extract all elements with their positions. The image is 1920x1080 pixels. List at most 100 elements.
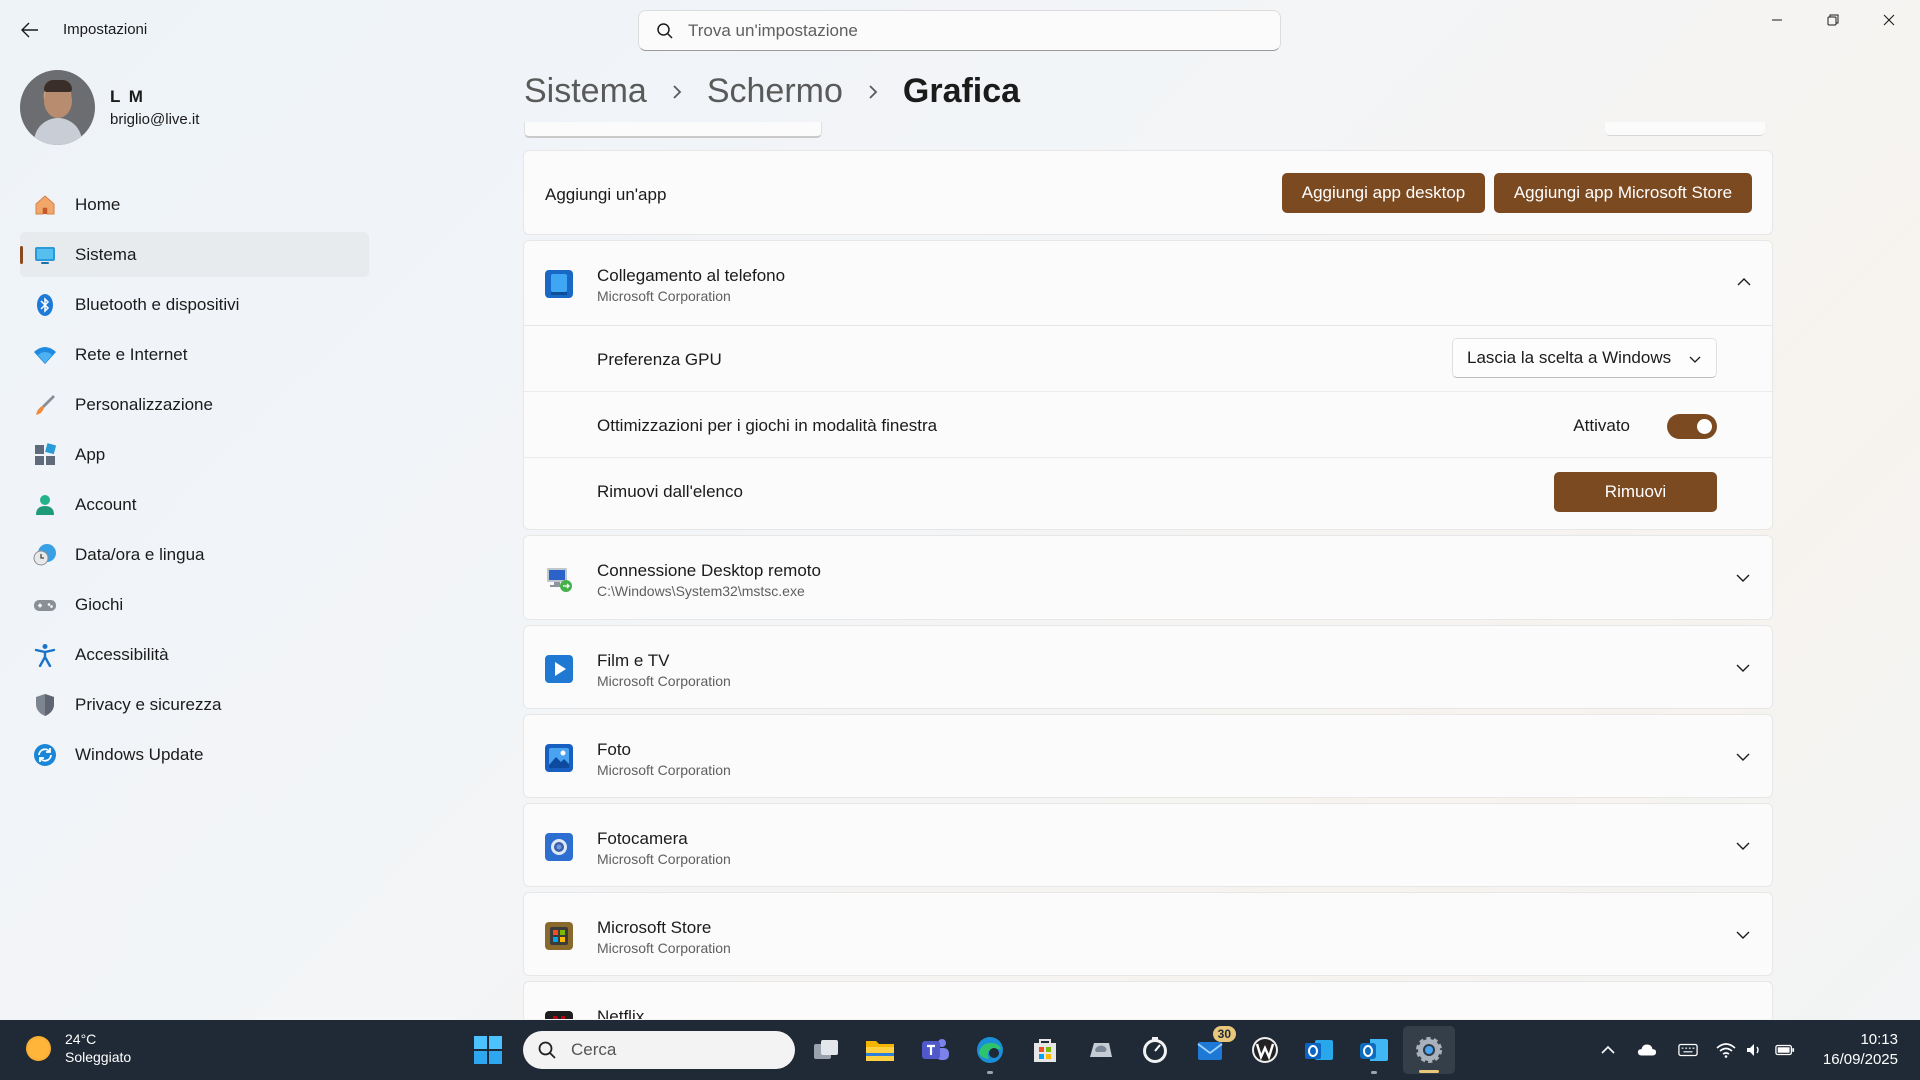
sidebar-item-rete[interactable]: Rete e Internet <box>20 332 369 377</box>
windows-logo-icon <box>474 1036 502 1064</box>
brush-icon <box>32 392 58 418</box>
app-card-foto[interactable]: Foto Microsoft Corporation <box>523 714 1773 798</box>
user-profile[interactable]: L M briglio@live.it <box>20 70 199 145</box>
sidebar-item-label: Windows Update <box>75 744 204 764</box>
sidebar-item-label: Privacy e sicurezza <box>75 694 222 714</box>
sidebar-item-app[interactable]: App <box>20 432 369 477</box>
add-app-card: Aggiungi un'app Aggiungi app desktop Agg… <box>523 150 1773 235</box>
wifi-icon[interactable] <box>1716 1040 1736 1060</box>
clock-time: 10:13 <box>1860 1031 1898 1048</box>
chevron-down-icon <box>1734 837 1752 855</box>
search-icon <box>537 1040 557 1060</box>
sidebar-item-label: App <box>75 444 106 464</box>
cloud-app-icon <box>1090 1043 1112 1057</box>
back-button[interactable] <box>14 16 46 44</box>
keyboard-icon[interactable] <box>1678 1040 1698 1060</box>
taskbar-task-view[interactable] <box>808 1032 844 1068</box>
app-card-fotocamera[interactable]: Fotocamera Microsoft Corporation <box>523 803 1773 887</box>
add-desktop-app-button[interactable]: Aggiungi app desktop <box>1282 173 1485 213</box>
app-card-remote-desktop[interactable]: Connessione Desktop remoto C:\Windows\Sy… <box>523 535 1773 620</box>
update-icon <box>32 742 58 768</box>
sidebar-item-personalizzazione[interactable]: Personalizzazione <box>20 382 369 427</box>
remove-button[interactable]: Rimuovi <box>1554 472 1717 512</box>
app-name: Film e TV <box>597 651 670 670</box>
close-icon <box>1883 14 1895 26</box>
taskbar-clock-app[interactable] <box>1137 1032 1173 1068</box>
taskbar: 24°C Soleggiato Cerca 30 10:13 16/09/202… <box>0 1020 1920 1080</box>
taskbar-teams[interactable] <box>917 1032 953 1068</box>
speaker-icon[interactable] <box>1744 1040 1764 1060</box>
breadcrumb-sistema[interactable]: Sistema <box>524 72 647 111</box>
chevron-down-icon <box>1688 352 1702 372</box>
chevron-up-icon[interactable] <box>1598 1040 1618 1060</box>
sidebar-item-label: Data/ora e lingua <box>75 544 205 564</box>
app-name: Foto <box>597 740 632 759</box>
title-bar: Impostazioni <box>0 0 1920 60</box>
start-button[interactable] <box>470 1032 506 1068</box>
minimize-button[interactable] <box>1749 0 1805 40</box>
sidebar-item-account[interactable]: Account <box>20 482 369 527</box>
gear-icon <box>1416 1037 1442 1063</box>
taskbar-clock[interactable]: 10:13 16/09/2025 <box>1823 1030 1898 1070</box>
sidebar-item-giochi[interactable]: Giochi <box>20 582 369 627</box>
windowed-optimizations-label: Ottimizzazioni per i giochi in modalità … <box>597 416 938 435</box>
app-publisher: Microsoft Corporation <box>597 673 731 689</box>
sidebar-item-sistema[interactable]: Sistema <box>20 232 369 277</box>
store-icon <box>1034 1039 1056 1062</box>
store-icon <box>545 922 573 950</box>
sidebar-item-label: Rete e Internet <box>75 344 188 364</box>
app-list: Aggiungi un'app Aggiungi app desktop Agg… <box>523 150 1773 1019</box>
gpu-preference-label: Preferenza GPU <box>597 350 722 369</box>
photos-icon <box>545 744 573 772</box>
sidebar-item-data-ora[interactable]: Data/ora e lingua <box>20 532 369 577</box>
taskbar-search[interactable]: Cerca <box>523 1031 795 1069</box>
expanded-app-header[interactable]: Collegamento al telefono Microsoft Corpo… <box>524 241 1772 326</box>
taskbar-w-app[interactable] <box>1247 1032 1283 1068</box>
restore-button[interactable] <box>1805 0 1861 40</box>
app-publisher: Microsoft Corporation <box>597 940 731 956</box>
toggle-state-label: Attivato <box>1573 416 1630 435</box>
windowed-optimizations-row: Ottimizzazioni per i giochi in modalità … <box>524 392 1772 458</box>
sidebar-item-privacy[interactable]: Privacy e sicurezza <box>20 682 369 727</box>
back-arrow-icon <box>21 22 38 38</box>
battery-icon[interactable] <box>1775 1040 1795 1060</box>
taskbar-cloud-app[interactable] <box>1082 1032 1118 1068</box>
app-path: C:\Windows\System32\mstsc.exe <box>597 583 805 599</box>
taskbar-file-explorer[interactable] <box>862 1032 898 1068</box>
taskbar-outlook-new[interactable] <box>1356 1032 1392 1074</box>
app-name: Connessione Desktop remoto <box>597 561 821 580</box>
chevron-right-icon <box>867 84 879 100</box>
sidebar-item-accessibilita[interactable]: Accessibilità <box>20 632 369 677</box>
sidebar-item-bluetooth[interactable]: Bluetooth e dispositivi <box>20 282 369 327</box>
taskbar-edge[interactable] <box>972 1032 1008 1074</box>
app-card-microsoft-store[interactable]: Microsoft Store Microsoft Corporation <box>523 892 1773 976</box>
windowed-optimizations-toggle[interactable] <box>1667 414 1717 439</box>
taskbar-store[interactable] <box>1027 1032 1063 1068</box>
sidebar-item-label: Sistema <box>75 244 137 264</box>
outlook-icon <box>1305 1040 1333 1060</box>
gpu-preference-dropdown[interactable]: Lascia la scelta a Windows <box>1452 338 1717 378</box>
breadcrumb-schermo[interactable]: Schermo <box>707 72 843 111</box>
sidebar-item-home[interactable]: Home <box>20 182 369 227</box>
taskbar-settings[interactable] <box>1403 1026 1455 1074</box>
chevron-down-icon <box>1734 569 1752 587</box>
onedrive-icon[interactable] <box>1637 1040 1657 1060</box>
teams-icon <box>922 1039 949 1060</box>
weather-temp: 24°C <box>65 1031 97 1047</box>
chevron-down-icon <box>1734 659 1752 677</box>
sidebar-item-windows-update[interactable]: Windows Update <box>20 732 369 777</box>
app-title: Impostazioni <box>63 21 148 38</box>
add-store-app-button[interactable]: Aggiungi app Microsoft Store <box>1494 173 1752 213</box>
taskbar-mail[interactable]: 30 <box>1192 1026 1236 1068</box>
weather-widget[interactable]: 24°C Soleggiato <box>26 1030 131 1066</box>
chevron-up-icon[interactable] <box>1736 274 1752 290</box>
app-card-netflix[interactable]: Netflix <box>523 981 1773 1019</box>
settings-search[interactable] <box>638 10 1281 51</box>
page-title: Grafica <box>902 72 1021 110</box>
taskbar-outlook[interactable] <box>1301 1032 1337 1068</box>
close-button[interactable] <box>1861 0 1917 40</box>
search-input[interactable] <box>688 20 1248 41</box>
app-card-film-tv[interactable]: Film e TV Microsoft Corporation <box>523 625 1773 709</box>
chevron-right-icon <box>671 84 683 100</box>
chevron-down-icon <box>1734 748 1752 766</box>
